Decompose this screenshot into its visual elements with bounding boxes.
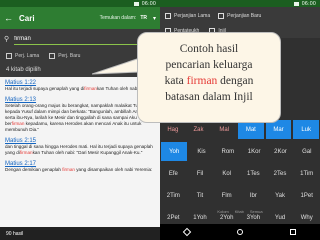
- grid-footer: Kolom Kitab Semua: [160, 206, 320, 216]
- book-button[interactable]: Yak: [267, 186, 294, 205]
- book-button[interactable]: Rom: [215, 142, 241, 161]
- book-button[interactable]: 1Pet: [293, 186, 320, 205]
- footer-label[interactable]: Semua: [250, 209, 263, 214]
- filter-old-testament[interactable]: Perj. Lama: [6, 53, 39, 59]
- tab-label: Perjanjian Baru: [227, 12, 262, 19]
- book-button[interactable]: Tit: [187, 186, 214, 205]
- page-title: Cari: [19, 13, 35, 23]
- filter-new-testament[interactable]: Perj. Baru: [49, 53, 80, 59]
- list-item[interactable]: Matius 2:13 Setelah orang-orang majus it…: [5, 97, 155, 133]
- book-button[interactable]: Yoh: [161, 142, 188, 161]
- left-phone-screen: 06:00 ← Cari Temukan dalam: TR ▾ ⚲ ✕ Per…: [0, 0, 160, 240]
- results-count: 90 hasil: [0, 227, 160, 240]
- tab-old-testament[interactable]: Perjanjian Lama: [165, 12, 211, 19]
- status-bar: 06:00: [0, 0, 160, 7]
- callout-keyword: firman: [186, 75, 218, 87]
- list-item[interactable]: Matius 2:17 Dengan demikian genaplah fir…: [5, 161, 155, 173]
- callout-line: Contoh hasil: [179, 43, 239, 55]
- app-bar: ← Cari Temukan dalam: TR ▾: [0, 7, 160, 29]
- book-grid-row: Yoh Kis Rom 1Kor 2Kor Gal: [160, 142, 320, 161]
- search-input[interactable]: [14, 33, 146, 45]
- status-clock: 06:00: [301, 0, 316, 7]
- tab-new-testament[interactable]: Perjanjian Baru: [218, 12, 262, 19]
- callout-line: batasan dalam Injil: [165, 91, 253, 103]
- android-nav-bar: [160, 224, 320, 240]
- signal-icon: [293, 1, 299, 6]
- book-button[interactable]: Flm: [213, 186, 240, 205]
- book-button[interactable]: 1Tes: [240, 164, 267, 183]
- book-grid-row: 2Tim Tit Flm Ibr Yak 1Pet: [160, 186, 320, 205]
- book-button[interactable]: 2Kor: [267, 142, 293, 161]
- book-button[interactable]: Kol: [213, 164, 240, 183]
- verse-text: Setelah orang-orang majus itu berangkat,…: [5, 103, 150, 132]
- footer-label[interactable]: Kitab: [235, 209, 244, 214]
- book-button[interactable]: 2Tes: [267, 164, 294, 183]
- tab-label: Perjanjian Lama: [174, 12, 211, 19]
- checkbox[interactable]: [165, 12, 171, 19]
- filter-label: Perj. Lama: [15, 53, 40, 59]
- status-clock: 06:00: [141, 0, 156, 7]
- search-results-list[interactable]: Matius 1:22 Hal itu terjadi supaya genap…: [0, 77, 160, 227]
- filter-label: Perj. Baru: [58, 53, 81, 59]
- testament-tabs: Perjanjian Lama Perjanjian Baru: [160, 7, 320, 24]
- checkbox[interactable]: [6, 53, 12, 59]
- verse-text: Hal itu terjadi supaya genaplah yang dif…: [5, 86, 140, 91]
- version-selector[interactable]: TR: [140, 15, 147, 21]
- callout-line: kata firman dengan: [164, 75, 254, 87]
- search-icon: ⚲: [4, 36, 10, 43]
- footer-label[interactable]: Kolom: [217, 209, 228, 214]
- signal-icon: [133, 1, 139, 6]
- home-icon[interactable]: [236, 229, 243, 235]
- book-button[interactable]: Gal: [294, 142, 320, 161]
- back-arrow-icon[interactable]: ←: [4, 13, 13, 23]
- book-button[interactable]: Fil: [187, 164, 214, 183]
- book-button[interactable]: Kis: [188, 142, 214, 161]
- book-grid-row: Efe Fil Kol 1Tes 2Tes 1Tim: [160, 164, 320, 183]
- book-button[interactable]: 2Tim: [160, 186, 187, 205]
- list-item[interactable]: Matius 2:15 dan tinggal di sana hingga H…: [5, 138, 155, 156]
- status-bar: 06:00: [160, 0, 320, 7]
- callout-pointer: [92, 57, 141, 75]
- back-icon[interactable]: [182, 227, 191, 237]
- recents-icon[interactable]: [290, 229, 297, 235]
- verse-text: Dengan demikian genaplah firman yang dis…: [5, 167, 153, 172]
- callout-line: pencarian keluarga: [165, 59, 253, 71]
- callout-box: Contoh hasil pencarian keluarga kata fir…: [137, 32, 281, 123]
- chevron-down-icon[interactable]: ▾: [153, 15, 156, 22]
- search-row: ⚲ ✕: [0, 29, 160, 49]
- book-button[interactable]: Efe: [160, 164, 187, 183]
- book-button[interactable]: Luk: [293, 120, 320, 139]
- find-in-label: Temukan dalam:: [99, 15, 137, 21]
- checkbox[interactable]: [218, 12, 225, 19]
- checkbox[interactable]: [49, 53, 56, 59]
- book-button[interactable]: 1Kor: [241, 142, 267, 161]
- book-button[interactable]: 1Tim: [293, 164, 320, 183]
- verse-text: dan tinggal di sana hingga Herodes mati.…: [5, 144, 153, 155]
- book-button[interactable]: Ibr: [240, 186, 267, 205]
